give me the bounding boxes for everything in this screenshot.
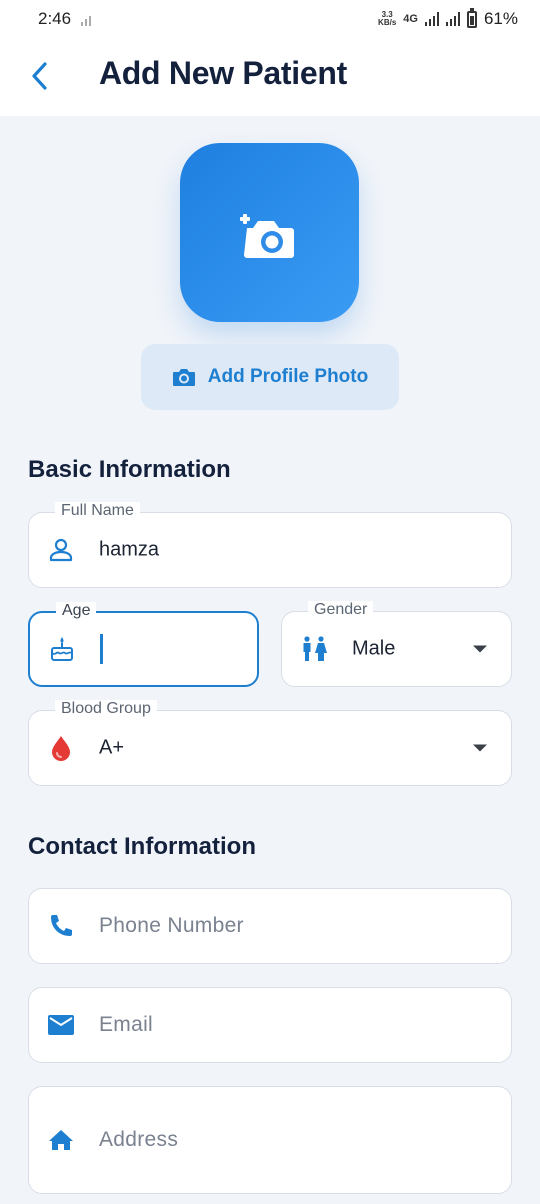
blood-group-dropdown[interactable]: Blood Group A+	[28, 700, 512, 786]
gender-label: Gender	[308, 601, 374, 619]
signal-icon	[424, 12, 439, 26]
phone-icon	[47, 912, 75, 940]
battery-icon	[466, 7, 477, 28]
full-name-value: hamza	[99, 538, 160, 561]
net-speed-unit: KB/s	[378, 18, 397, 27]
address-placeholder: Address	[99, 1128, 179, 1151]
add-profile-photo-button[interactable]: Add Profile Photo	[141, 344, 399, 410]
blood-drop-icon	[47, 734, 75, 762]
address-field[interactable]: Address	[28, 1086, 512, 1194]
basic-information-heading: Basic Information	[28, 456, 231, 483]
blood-group-label: Blood Group	[55, 700, 157, 718]
chevron-down-icon	[473, 645, 487, 653]
status-bar: 2:46 3.3 KB/s 4G 61%	[0, 0, 540, 38]
text-cursor	[100, 634, 103, 664]
battery-percent: 61%	[483, 9, 518, 28]
status-time: 2:46	[38, 9, 72, 28]
chevron-down-icon	[473, 744, 487, 752]
add-profile-photo-label: Add Profile Photo	[207, 366, 369, 387]
profile-photo-picker[interactable]	[180, 143, 359, 322]
blood-group-value: A+	[99, 736, 125, 759]
gender-value: Male	[352, 637, 396, 660]
age-field[interactable]: Age	[28, 602, 259, 687]
person-icon	[47, 536, 75, 564]
camera-icon	[172, 369, 195, 386]
phone-number-field[interactable]: Phone Number	[28, 888, 512, 964]
wc-icon	[300, 635, 328, 663]
phone-number-placeholder: Phone Number	[99, 914, 244, 937]
gender-dropdown[interactable]: Gender Male	[281, 601, 512, 687]
email-field[interactable]: Email	[28, 987, 512, 1063]
cake-icon	[48, 635, 76, 663]
email-placeholder: Email	[99, 1013, 154, 1036]
add-a-photo-icon	[239, 213, 294, 258]
network-type: 4G	[403, 13, 418, 25]
email-icon	[47, 1011, 75, 1039]
net-speed: 3.3 KB/s	[378, 11, 396, 27]
page-title: Add New Patient	[99, 55, 347, 91]
signal-2-icon	[445, 12, 460, 26]
contact-information-heading: Contact Information	[28, 833, 256, 860]
age-label: Age	[56, 602, 97, 620]
full-name-label: Full Name	[55, 502, 140, 520]
app-bar: Add New Patient	[0, 38, 540, 116]
full-name-field[interactable]: Full Name hamza	[28, 502, 512, 588]
arrow-back-icon	[32, 62, 47, 90]
back-button[interactable]	[22, 58, 58, 94]
home-icon	[47, 1126, 75, 1154]
signal-no-service-icon	[81, 12, 92, 26]
